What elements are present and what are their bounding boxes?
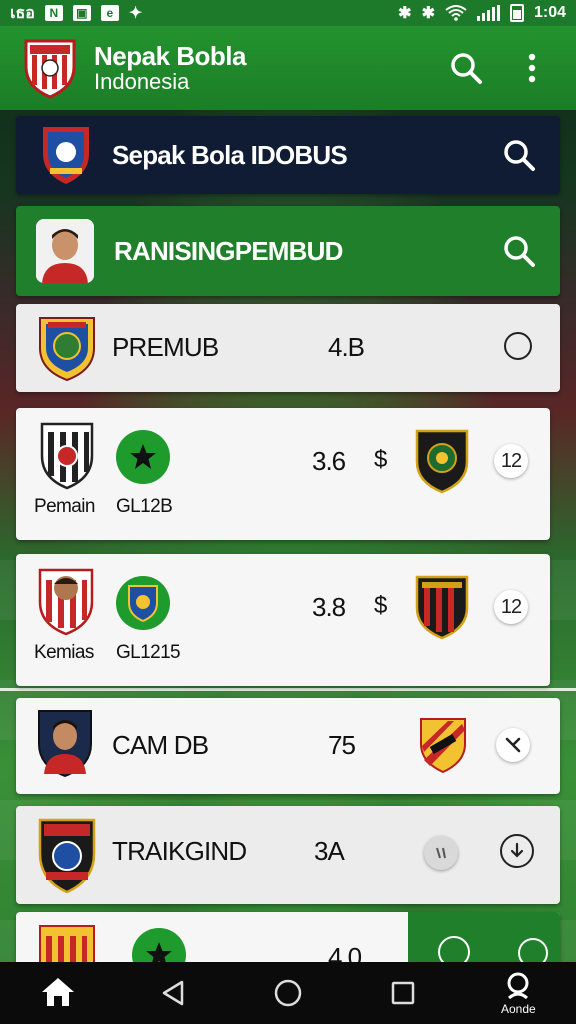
search-icon [451, 53, 482, 84]
player-avatar [36, 219, 94, 283]
nav-search-label: Aonde [500, 1002, 536, 1016]
club-name: CAM DB [112, 730, 209, 760]
bluetooth-icon: ✱ [398, 5, 412, 22]
opponent-badge-icon [415, 575, 469, 640]
league-header-card[interactable]: Sepak Bola IDOBUS [16, 116, 560, 194]
club-value: 3A [314, 836, 345, 866]
club-value: 4.B [328, 332, 365, 362]
download-button[interactable] [500, 834, 534, 868]
tools-icon [505, 737, 521, 753]
opponent-badge-icon [415, 429, 469, 494]
club-value: 3.6 [312, 446, 346, 476]
league-crest-icon [43, 127, 89, 184]
league-crest-icon [116, 576, 170, 630]
overflow-menu-button[interactable] [510, 46, 554, 90]
code-label: GL12B [116, 496, 173, 517]
notification-app-icon: e [100, 5, 119, 21]
home-circle-icon [274, 979, 302, 1007]
battery-icon [509, 4, 524, 22]
club-value: 75 [328, 730, 356, 760]
club-badge-icon [40, 422, 94, 490]
arrow-down-icon [510, 842, 524, 858]
pitch-line [0, 688, 576, 691]
list-item[interactable]: PREMUB 4.B [16, 304, 560, 392]
league-title: Sepak Bola IDOBUS [112, 139, 348, 170]
search-icon [507, 972, 529, 1000]
player-label: Pemain [34, 496, 95, 517]
status-text: เธอ [10, 4, 35, 22]
signal-icon [476, 5, 500, 21]
currency-symbol: $ [374, 446, 388, 473]
league-star-icon [116, 430, 170, 484]
info-icon [436, 847, 446, 859]
app-title: Nepak Bobla [94, 40, 247, 71]
search-icon[interactable] [502, 138, 536, 172]
club-badge-icon [38, 818, 96, 894]
recents-square-icon [391, 981, 415, 1005]
app-bar: Nepak Bobla Indonesia [0, 26, 576, 110]
back-triangle-icon [162, 980, 184, 1006]
home-icon [41, 978, 74, 1006]
nav-back[interactable] [128, 962, 218, 1024]
nav-home-circle[interactable] [243, 962, 333, 1024]
more-vert-icon [528, 53, 536, 83]
club-name: PREMUB [112, 332, 219, 362]
tools-button[interactable] [496, 728, 530, 762]
club-badge-icon [38, 568, 94, 636]
list-item[interactable]: CAM DB 75 [16, 698, 560, 794]
nav-search[interactable]: Aonde [473, 962, 563, 1024]
status-time: 1:04 [533, 4, 566, 21]
wifi-icon [445, 5, 467, 21]
info-button[interactable] [424, 836, 458, 870]
bluetooth-icon-2: ✱ [421, 5, 435, 22]
code-label: GL1215 [116, 642, 181, 663]
club-badge-icon [39, 317, 95, 382]
search-button[interactable] [444, 46, 488, 90]
currency-symbol: $ [374, 592, 388, 619]
player-label: Kemias [34, 642, 94, 663]
club-value: 3.8 [312, 592, 346, 622]
ranking-header-card[interactable]: RANISINGPEMBUD [16, 206, 560, 296]
club-name: TRAIKGIND [112, 836, 247, 866]
nav-home[interactable] [13, 962, 103, 1024]
list-item[interactable]: Kemias GL1215 3.8 $ 12 [16, 554, 550, 686]
player-portrait-icon [38, 710, 92, 778]
status-bar: เธอ N ▣ e ✦ ✱ ✱ 1:04 [0, 0, 576, 26]
club-crest-logo [24, 39, 76, 99]
rank-badge-button[interactable]: 12 [494, 590, 528, 624]
ranking-title: RANISINGPEMBUD [114, 235, 343, 266]
app-subtitle: Indonesia [94, 69, 190, 95]
notification-more-icon: ✦ [128, 5, 143, 22]
rank-badge-button[interactable]: 12 [494, 444, 528, 478]
bottom-navigation: Aonde [0, 962, 576, 1024]
notification-n-icon: N [44, 5, 63, 21]
list-item[interactable]: Pemain GL12B 3.6 $ 12 [16, 408, 550, 540]
nav-recents[interactable] [358, 962, 448, 1024]
notification-image-icon: ▣ [72, 5, 91, 21]
select-radio[interactable] [504, 332, 532, 360]
list-item[interactable]: TRAIKGIND 3A [16, 806, 560, 904]
opponent-badge-icon [420, 718, 466, 774]
search-icon[interactable] [502, 234, 536, 268]
